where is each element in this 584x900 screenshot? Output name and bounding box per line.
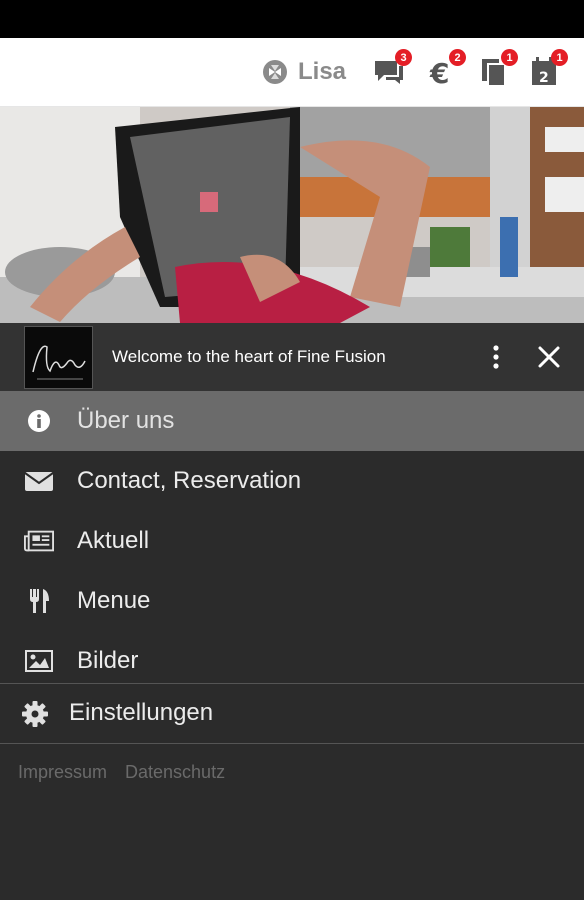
svg-text:2: 2	[539, 70, 549, 86]
close-icon	[538, 346, 560, 368]
drawer-menu: Über uns Contact, Reservation Aktuell Me…	[0, 391, 584, 691]
chat-badge: 3	[395, 49, 412, 66]
payment-badge: 2	[449, 49, 466, 66]
user-name: Lisa	[298, 58, 347, 85]
calendar-button[interactable]: 2 1	[528, 49, 568, 89]
app-logo-icon	[263, 60, 287, 84]
user-profile[interactable]: Lisa	[260, 38, 346, 106]
divider	[0, 683, 584, 684]
hero-image	[0, 107, 584, 323]
utensils-icon	[24, 586, 54, 616]
settings-label: Einstellungen	[69, 699, 214, 726]
payment-button[interactable]: € 2	[426, 49, 466, 90]
menu-item-aktuell[interactable]: Aktuell	[0, 511, 584, 571]
documents-badge: 1	[501, 49, 518, 66]
newspaper-icon	[24, 526, 54, 556]
menu-item-bilder[interactable]: Bilder	[0, 631, 584, 691]
menu-item-label: Menue	[77, 587, 151, 614]
calendar-badge: 1	[551, 49, 568, 66]
image-icon	[24, 646, 54, 676]
restaurant-logo	[24, 326, 93, 389]
more-options-button[interactable]	[484, 343, 508, 371]
svg-text:€: €	[429, 57, 449, 89]
welcome-text: Welcome to the heart of Fine Fusion	[112, 347, 386, 366]
close-button[interactable]	[536, 343, 562, 371]
impressum-link[interactable]: Impressum	[18, 762, 107, 783]
documents-button[interactable]: 1	[478, 49, 518, 89]
status-bar	[0, 0, 584, 38]
menu-item-ueber-uns[interactable]: Über uns	[0, 391, 584, 451]
menu-item-label: Aktuell	[77, 527, 150, 554]
menu-item-label: Bilder	[77, 647, 139, 674]
envelope-icon	[24, 466, 54, 496]
footer-links: Impressum Datenschutz	[18, 762, 225, 783]
menu-item-menue[interactable]: Menue	[0, 571, 584, 631]
gear-icon	[20, 699, 50, 729]
menu-item-contact[interactable]: Contact, Reservation	[0, 451, 584, 511]
welcome-bar: Welcome to the heart of Fine Fusion	[0, 323, 584, 391]
menu-item-einstellungen[interactable]: Einstellungen	[0, 685, 584, 743]
top-bar: Lisa 3 € 2 1 2 1	[0, 38, 584, 107]
datenschutz-link[interactable]: Datenschutz	[125, 762, 225, 783]
menu-item-label: Contact, Reservation	[77, 467, 302, 494]
kebab-menu-icon	[493, 345, 499, 369]
info-icon	[24, 406, 54, 436]
divider	[0, 743, 584, 744]
chat-button[interactable]: 3	[372, 49, 412, 89]
menu-item-label: Über uns	[77, 407, 175, 434]
